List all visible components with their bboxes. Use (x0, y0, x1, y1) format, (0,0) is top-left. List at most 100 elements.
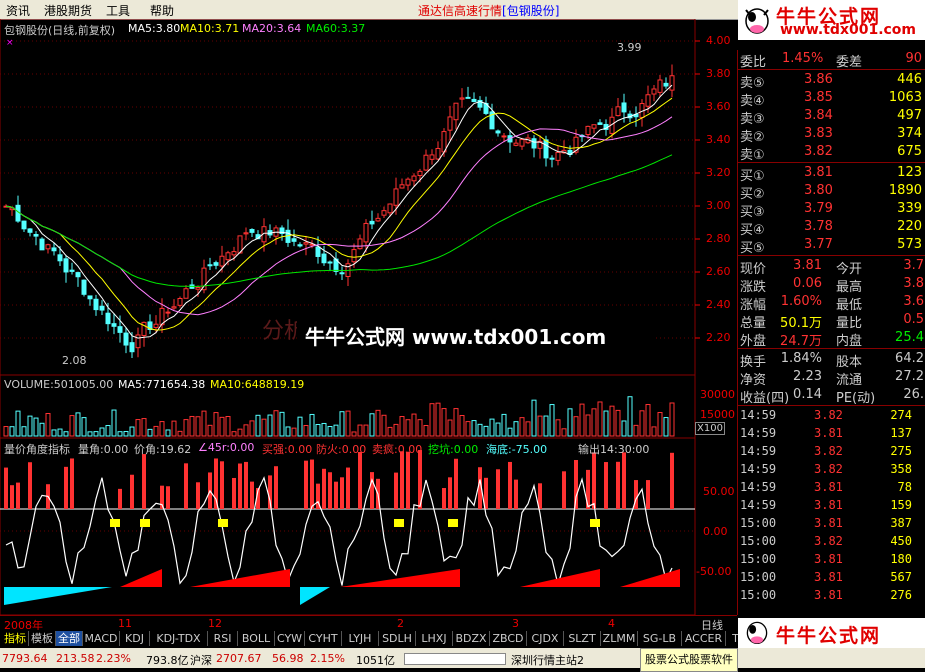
indicator-tab-lyjh[interactable]: LYJH (342, 631, 379, 646)
indicator-bar (562, 471, 566, 509)
candle-body (225, 252, 231, 261)
quote-row: 买⑤ 3.77 573 (738, 236, 925, 256)
candle-body (513, 142, 519, 146)
stat-value: 24.7万 (780, 334, 822, 349)
indicator-tab-accer[interactable]: ACCER (682, 631, 726, 646)
stat-value-2: 3.6 (903, 294, 924, 309)
candle-body (351, 249, 357, 263)
candle-body (45, 244, 51, 250)
indicator-tab-kdj[interactable]: KDJ (120, 631, 150, 646)
stat-value: 0.06 (793, 276, 822, 291)
status-sh-pct: 2.23% (96, 652, 131, 665)
indicator-bar (4, 467, 8, 509)
indicator-tab-指标[interactable]: 指标 (2, 631, 29, 646)
tick-price: 3.81 (814, 426, 843, 440)
price-axis-label: 2.80 (706, 232, 731, 245)
indicator-tab-boll[interactable]: BOLL (238, 631, 275, 646)
volume-bar (51, 429, 57, 437)
volume-label: VOLUME:501005.00 (4, 378, 114, 391)
volume-bar (3, 426, 9, 437)
indicator-bar (448, 477, 452, 509)
volume-bar (243, 424, 249, 437)
indicator-tab-全部[interactable]: 全部 (56, 631, 83, 646)
indicator-bar (646, 480, 650, 509)
indicator-tab-rsi[interactable]: RSI (208, 631, 238, 646)
price-axis-label: 2.60 (706, 265, 731, 278)
status-ad[interactable]: 股票公式股票软件 (640, 648, 738, 672)
indicator-tab-cyw[interactable]: CYW (275, 631, 305, 646)
volume-bar (645, 404, 651, 437)
volume-bar (189, 415, 195, 437)
volume-bar (45, 412, 51, 437)
candle-body (51, 247, 57, 252)
menu-item-help[interactable]: 帮助 (150, 2, 174, 19)
volume-bar (219, 416, 225, 437)
volume-bar (171, 420, 177, 437)
indicator-tab-sg-lb[interactable]: SG-LB (638, 631, 682, 646)
candle-body (177, 297, 183, 306)
candle-body (399, 184, 405, 189)
indicator-tab-zlmm[interactable]: ZLMM (601, 631, 638, 646)
indicator-line (5, 476, 673, 587)
ask-volume: 497 (897, 108, 922, 123)
signal-marker: × (6, 38, 14, 48)
candle-body (63, 258, 69, 273)
indicator-marker (140, 519, 150, 527)
status-server[interactable]: 深圳行情主站2 (511, 652, 584, 668)
volume-unit: X100 (695, 422, 725, 435)
indicator-tab-slzt[interactable]: SLZT (564, 631, 601, 646)
ask-price: 3.85 (804, 90, 833, 105)
indicator-tab-sdlh[interactable]: SDLH (379, 631, 416, 646)
volume-bar (333, 424, 339, 437)
price-axis-label: 3.80 (706, 67, 731, 80)
volume-bar (597, 401, 603, 437)
volume-bar (351, 431, 357, 437)
indicator-tab-cyht[interactable]: CYHT (305, 631, 342, 646)
indicator-tab-模板[interactable]: 模板 (29, 631, 56, 646)
volume-bar (165, 429, 171, 437)
indicator-bar (586, 469, 590, 509)
volume-bar (507, 427, 513, 437)
volume-bar (57, 428, 63, 437)
candle-body (555, 151, 561, 161)
indicator-tab-macd[interactable]: MACD (83, 631, 120, 646)
status-sz-pct: 2.15% (310, 652, 345, 665)
fin-value: 2.23 (793, 369, 822, 384)
indicator-tab-cjdx[interactable]: CJDX (527, 631, 564, 646)
candle-body (129, 342, 135, 353)
volume-bar (423, 425, 429, 437)
candle-body (231, 251, 237, 256)
stat-label: 外盘 (740, 334, 767, 349)
divider (738, 69, 925, 70)
volume-ma5-label: MA5:771654.38 (118, 378, 206, 391)
indicator-bar (496, 469, 500, 509)
chart-area[interactable]: × 包钢股份(日线,前复权) MA5:3.80 MA10:3.71 MA20:3… (0, 19, 737, 615)
volume-bar (39, 422, 45, 437)
candle-body (597, 122, 603, 125)
indicator-f7: 挖坑:0.00 (428, 443, 479, 456)
tick-time: 15:00 (740, 516, 777, 530)
candle-body (417, 170, 423, 176)
indicator-bar (334, 481, 338, 509)
bid-volume: 220 (897, 219, 922, 234)
bid-volume: 123 (897, 165, 922, 180)
tick-volume: 276 (890, 588, 912, 602)
menu-item-hk-futures[interactable]: 港股期货 (44, 2, 92, 19)
volume-bar (93, 431, 99, 437)
indicator-tab-kdj-tdx[interactable]: KDJ-TDX (150, 631, 208, 646)
indicator-tab-zbcd[interactable]: ZBCD (490, 631, 527, 646)
tick-time: 14:59 (740, 408, 777, 422)
candle-body (123, 332, 129, 346)
indicator-bar (130, 474, 134, 509)
quote-row: 换手 1.84% 股本 64.2 (738, 350, 925, 370)
candle-body (435, 147, 441, 160)
menu-item-tools[interactable]: 工具 (106, 2, 130, 19)
price-axis-label: 3.20 (706, 166, 731, 179)
menu-item-news[interactable]: 资讯 (6, 2, 30, 19)
divider (738, 162, 925, 163)
indicator-tab-lhxj[interactable]: LHXJ (416, 631, 453, 646)
indicator-triangle (340, 569, 460, 587)
indicator-tab-bdzx[interactable]: BDZX (453, 631, 490, 646)
indicator-triangle (190, 569, 290, 587)
tick-volume: 274 (890, 408, 912, 422)
